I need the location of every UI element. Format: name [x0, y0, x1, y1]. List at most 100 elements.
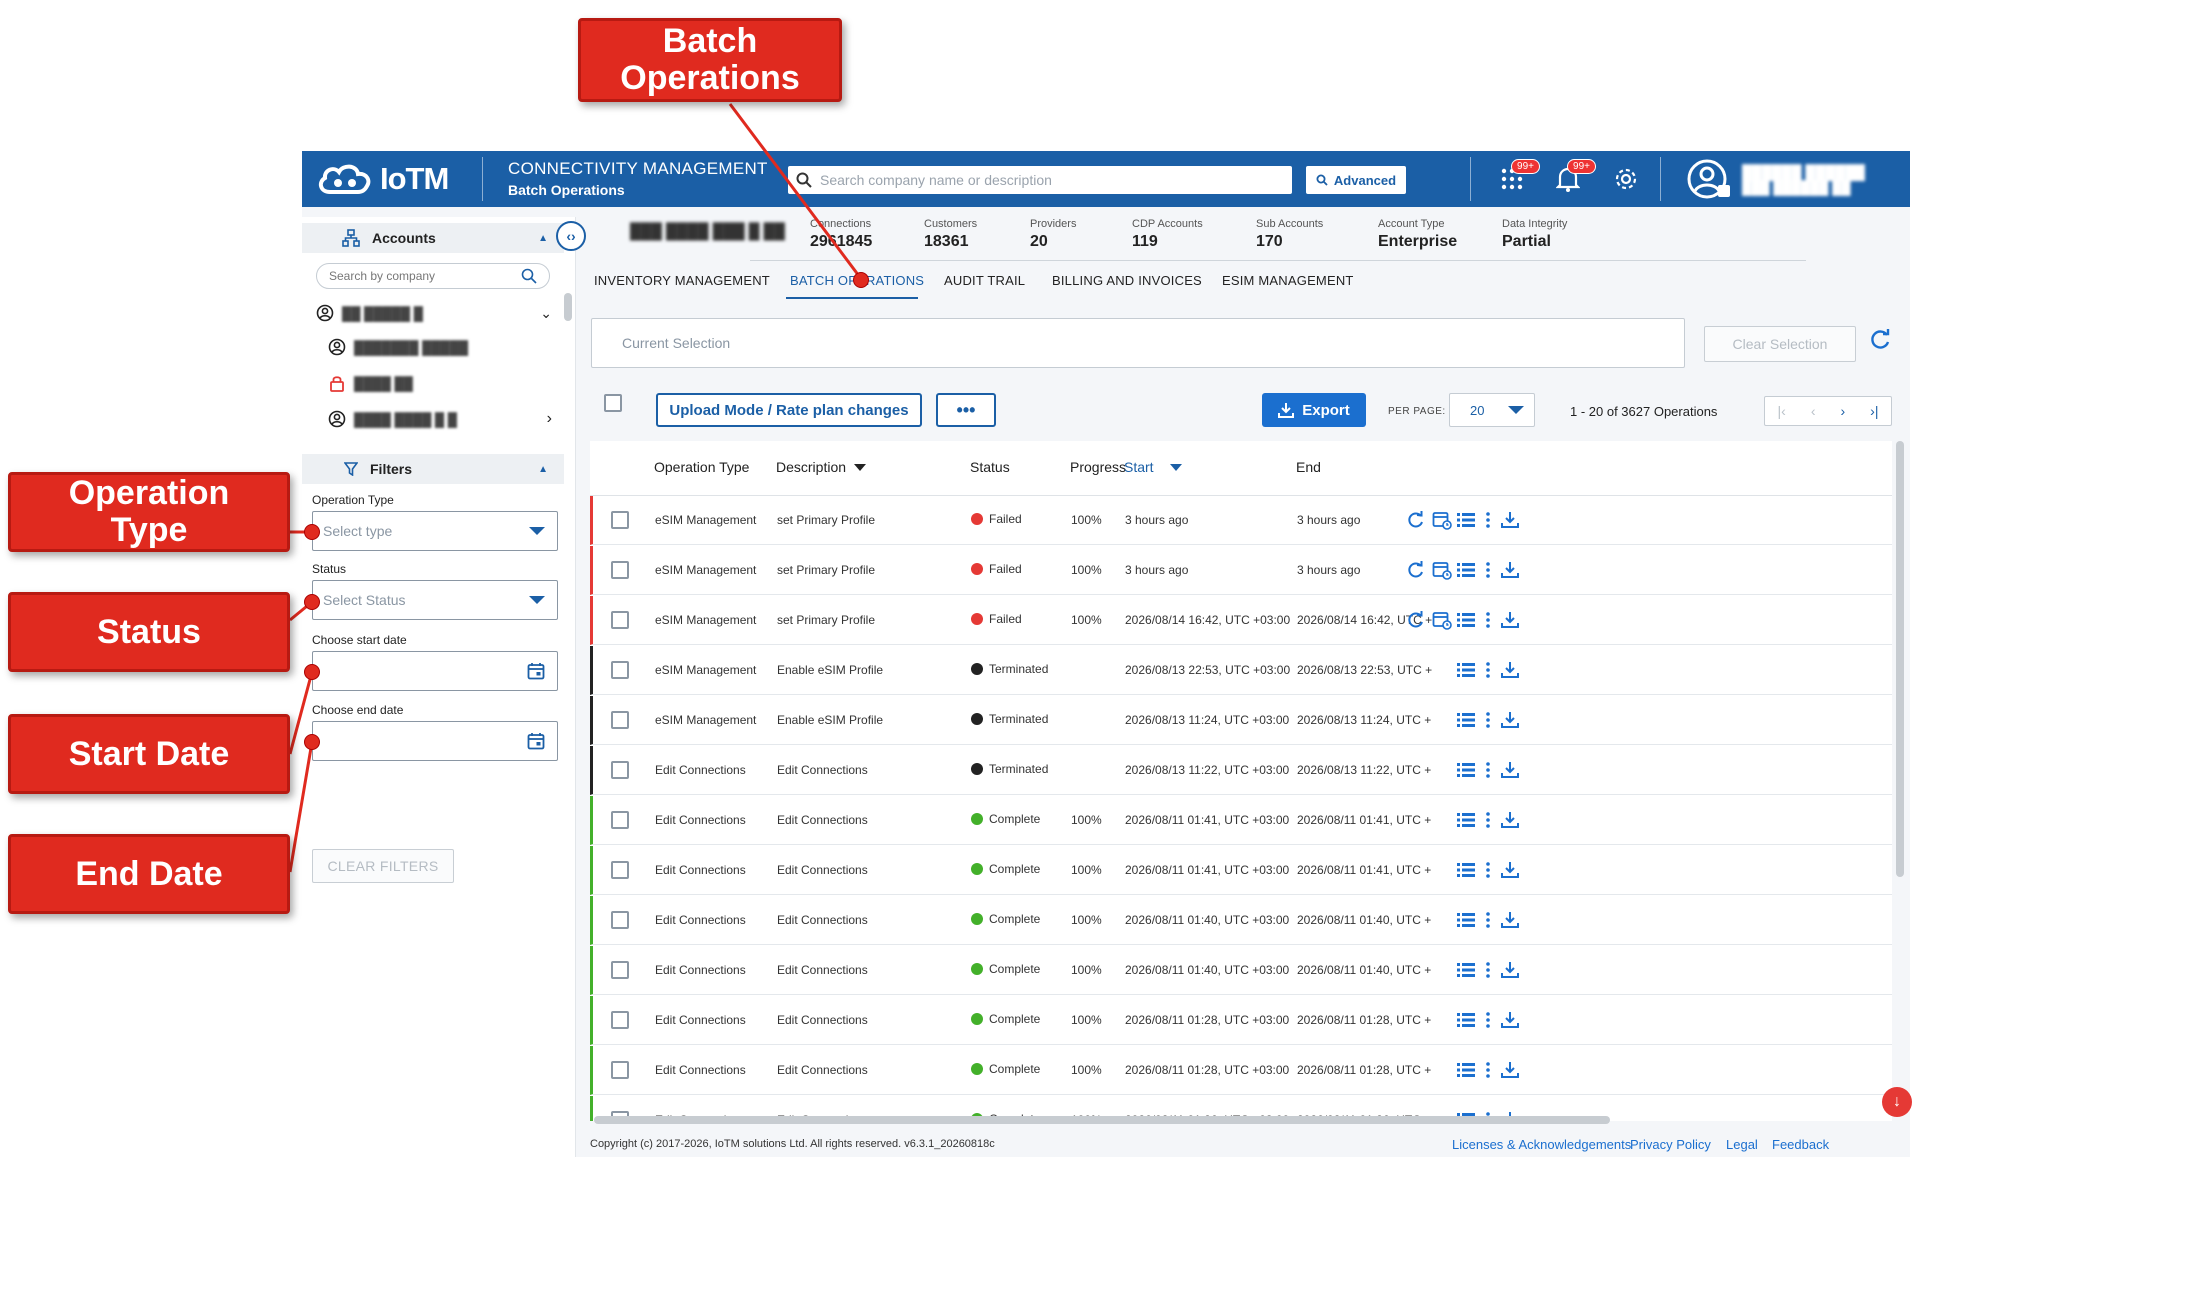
global-search-input[interactable] — [820, 172, 1280, 188]
row-checkbox[interactable] — [611, 811, 629, 829]
schedule-icon[interactable] — [1431, 509, 1453, 531]
account-list-scrollbar[interactable] — [564, 293, 572, 321]
account-item[interactable]: ██ █████ █ ⌄ — [316, 301, 552, 325]
status-select[interactable]: Select Status — [312, 580, 558, 620]
row-checkbox[interactable] — [611, 511, 629, 529]
column-header-description[interactable]: Description — [776, 459, 867, 475]
previous-page-icon[interactable]: ‹ — [1811, 403, 1816, 419]
table-horizontal-scrollbar[interactable] — [594, 1116, 1610, 1124]
calendar-icon[interactable] — [527, 732, 545, 750]
retry-icon[interactable] — [1405, 559, 1427, 581]
column-header-start[interactable]: Start — [1124, 459, 1182, 475]
table-row[interactable]: eSIM Management Enable eSIM Profile 2026/0… — [590, 696, 1892, 745]
download-icon[interactable] — [1499, 809, 1521, 831]
table-row[interactable]: Edit Connections Edit Connections 100% 2026… — [590, 896, 1892, 945]
download-icon[interactable] — [1499, 1059, 1521, 1081]
more-actions-button[interactable]: ••• — [936, 393, 996, 427]
filters-header[interactable]: Filters ▲ — [302, 454, 564, 484]
more-vert-icon[interactable] — [1477, 559, 1499, 581]
clear-filters-button[interactable]: CLEAR FILTERS — [312, 849, 454, 883]
per-page-select[interactable]: 20 — [1449, 393, 1535, 427]
first-page-icon[interactable]: |‹ — [1778, 403, 1786, 419]
download-icon[interactable] — [1499, 659, 1521, 681]
table-row[interactable]: Edit Connections Edit Connections 100% 2026… — [590, 846, 1892, 895]
table-row[interactable]: eSIM Management set Primary Profile 100% 20… — [590, 596, 1892, 645]
more-vert-icon[interactable] — [1477, 709, 1499, 731]
retry-icon[interactable] — [1405, 609, 1427, 631]
column-header-progress[interactable]: Progress — [1070, 459, 1126, 475]
account-item[interactable]: ████ ████ █ █ › — [328, 407, 552, 431]
table-row[interactable]: Edit Connections Edit Connections 100% 2026… — [590, 946, 1892, 995]
scroll-down-button[interactable]: ↓ — [1882, 1087, 1912, 1117]
download-icon[interactable] — [1499, 909, 1521, 931]
calendar-icon[interactable] — [527, 662, 545, 680]
schedule-icon[interactable] — [1431, 609, 1453, 631]
last-page-icon[interactable]: ›| — [1870, 403, 1878, 419]
operation-type-select[interactable]: Select type — [312, 511, 558, 551]
more-vert-icon[interactable] — [1477, 659, 1499, 681]
clear-selection-button[interactable]: Clear Selection — [1704, 326, 1856, 362]
table-row[interactable]: eSIM Management set Primary Profile 100% 3 … — [590, 496, 1892, 545]
details-list-icon[interactable] — [1455, 609, 1477, 631]
collapse-up-icon[interactable]: ▲ — [538, 233, 548, 244]
details-list-icon[interactable] — [1455, 859, 1477, 881]
accounts-header[interactable]: Accounts ▲ — [302, 223, 564, 253]
export-button[interactable]: Export — [1262, 393, 1366, 427]
table-row[interactable]: Edit Connections Edit Connections 2026/08/… — [590, 746, 1892, 795]
iotm-logo[interactable]: IoTM — [316, 159, 449, 199]
more-vert-icon[interactable] — [1477, 959, 1499, 981]
end-date-input[interactable] — [312, 721, 558, 761]
advanced-search-button[interactable]: Advanced — [1306, 166, 1406, 194]
next-page-icon[interactable]: › — [1840, 403, 1845, 419]
refresh-button[interactable] — [1870, 329, 1892, 356]
retry-icon[interactable] — [1405, 509, 1427, 531]
privacy-policy-link[interactable]: Privacy Policy — [1630, 1137, 1711, 1152]
apps-grid-button[interactable]: 99+ — [1496, 159, 1540, 195]
more-vert-icon[interactable] — [1477, 609, 1499, 631]
legal-link[interactable]: Legal — [1726, 1137, 1758, 1152]
row-checkbox[interactable] — [611, 961, 629, 979]
account-item[interactable]: ████ ██ — [328, 371, 564, 395]
details-list-icon[interactable] — [1455, 909, 1477, 931]
row-checkbox[interactable] — [611, 561, 629, 579]
row-checkbox[interactable] — [611, 861, 629, 879]
download-icon[interactable] — [1499, 759, 1521, 781]
row-checkbox[interactable] — [611, 761, 629, 779]
feedback-link[interactable]: Feedback — [1772, 1137, 1829, 1152]
collapse-up-icon[interactable]: ▲ — [538, 464, 548, 475]
row-checkbox[interactable] — [611, 1061, 629, 1079]
current-selection-box[interactable]: Current Selection — [591, 318, 1685, 368]
row-checkbox[interactable] — [611, 911, 629, 929]
account-item[interactable]: ███████ █████ — [328, 335, 564, 359]
details-list-icon[interactable] — [1455, 1009, 1477, 1031]
chevron-right-icon[interactable]: › — [547, 410, 552, 428]
tab-inventory-management[interactable]: INVENTORY MANAGEMENT — [594, 273, 770, 288]
more-vert-icon[interactable] — [1477, 509, 1499, 531]
table-row[interactable]: eSIM Management set Primary Profile 100% 3 … — [590, 546, 1892, 595]
upload-mode-button[interactable]: Upload Mode / Rate plan changes — [656, 393, 922, 427]
start-date-input[interactable] — [312, 651, 558, 691]
table-row[interactable]: Edit Connections Edit Connections 100% 2026… — [590, 996, 1892, 1045]
more-vert-icon[interactable] — [1477, 1009, 1499, 1031]
tab-audit-trail[interactable]: AUDIT TRAIL — [944, 273, 1025, 288]
row-checkbox[interactable] — [611, 711, 629, 729]
column-header-operation-type[interactable]: Operation Type — [654, 459, 749, 475]
download-icon[interactable] — [1499, 509, 1521, 531]
details-list-icon[interactable] — [1455, 959, 1477, 981]
user-menu[interactable]: ██████ ██████ ███ ██████ ██ — [1686, 157, 1865, 201]
details-list-icon[interactable] — [1455, 559, 1477, 581]
details-list-icon[interactable] — [1455, 759, 1477, 781]
row-checkbox[interactable] — [611, 611, 629, 629]
download-icon[interactable] — [1499, 1009, 1521, 1031]
download-icon[interactable] — [1499, 859, 1521, 881]
details-list-icon[interactable] — [1455, 1059, 1477, 1081]
more-vert-icon[interactable] — [1477, 809, 1499, 831]
select-all-checkbox[interactable] — [604, 394, 622, 412]
details-list-icon[interactable] — [1455, 809, 1477, 831]
details-list-icon[interactable] — [1455, 509, 1477, 531]
download-icon[interactable] — [1499, 609, 1521, 631]
row-checkbox[interactable] — [611, 1011, 629, 1029]
row-checkbox[interactable] — [611, 661, 629, 679]
notifications-button[interactable]: 99+ — [1552, 159, 1596, 195]
chevron-down-icon[interactable]: ⌄ — [540, 305, 552, 322]
